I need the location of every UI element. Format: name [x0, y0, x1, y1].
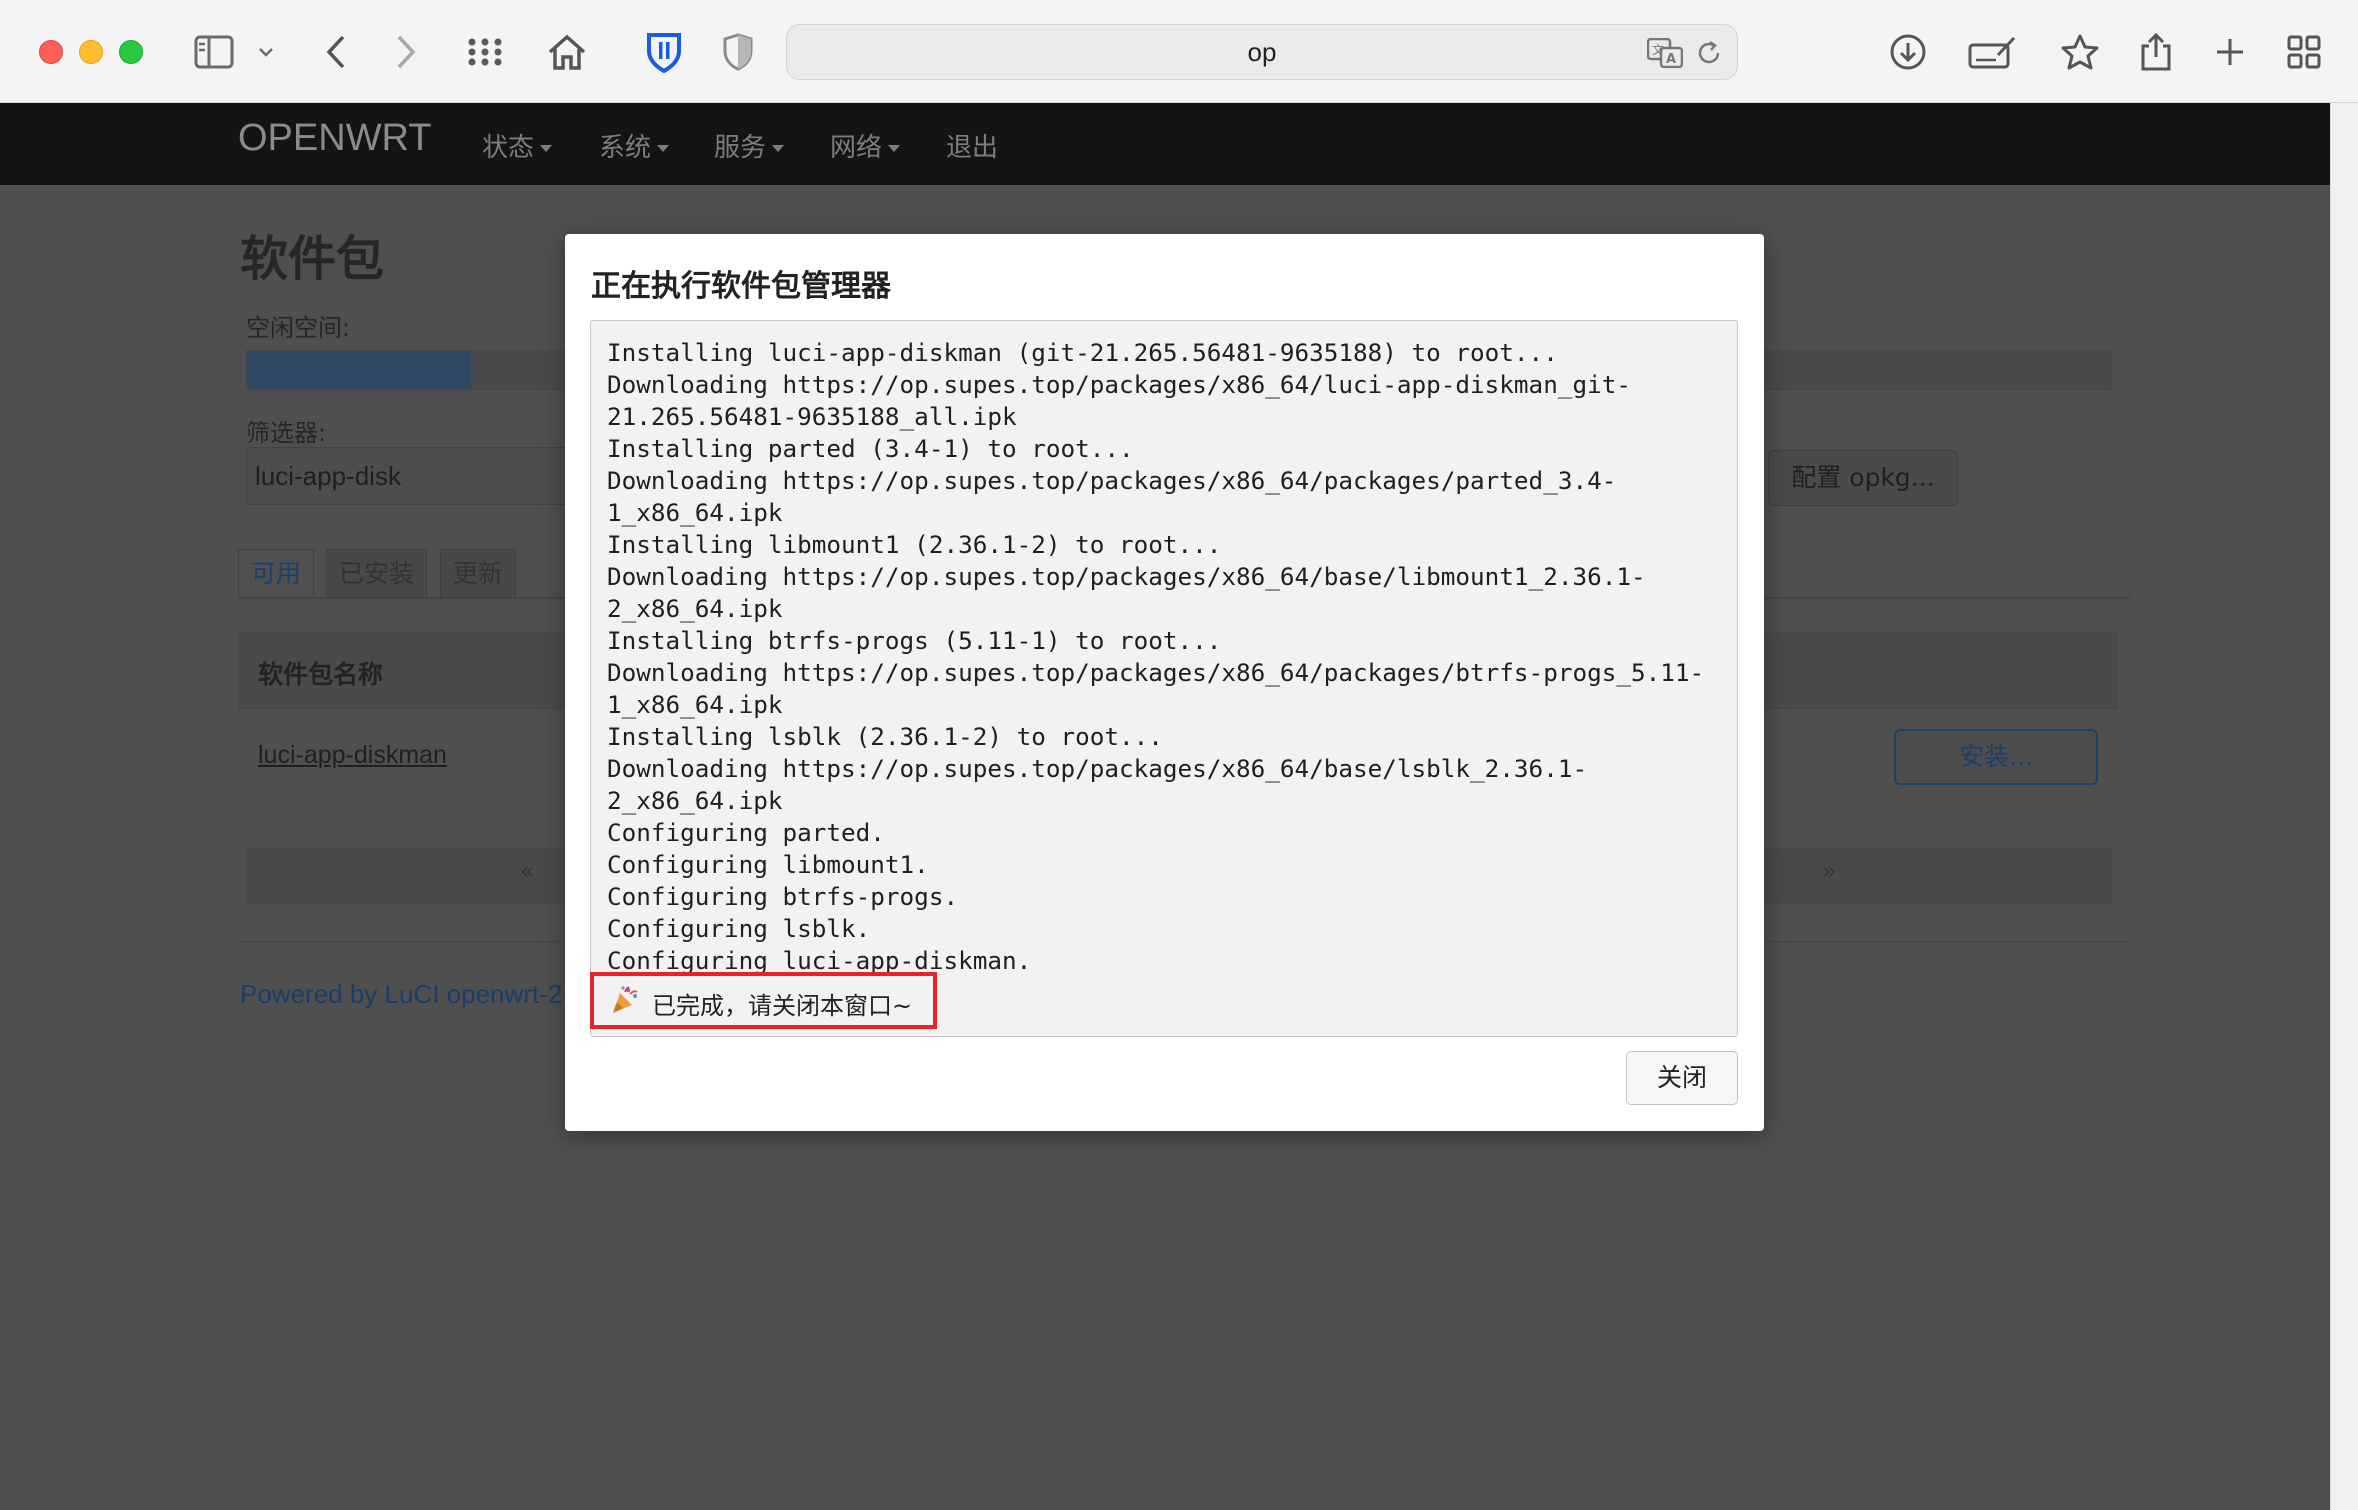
privacy-shield-icon[interactable]	[712, 26, 764, 78]
log-line: 1_x86_64.ipk	[607, 690, 783, 719]
log-line: Installing luci-app-diskman (git-21.265.…	[607, 338, 1558, 367]
star-icon[interactable]	[2054, 26, 2106, 78]
log-line: Configuring btrfs-progs.	[607, 882, 959, 911]
log-line: Downloading https://op.supes.top/package…	[607, 562, 1646, 591]
log-line: 2_x86_64.ipk	[607, 594, 783, 623]
home-icon[interactable]	[541, 26, 593, 78]
party-popper-icon	[610, 985, 640, 1015]
sidebar-icon[interactable]	[188, 26, 240, 78]
grid-icon[interactable]	[459, 26, 511, 78]
zoom-window-button[interactable]	[119, 40, 143, 64]
forward-icon[interactable]	[380, 26, 432, 78]
install-button[interactable]: 安装...	[1894, 729, 2098, 785]
log-line: Configuring libmount1.	[607, 850, 929, 879]
log-line: Downloading https://op.supes.top/package…	[607, 370, 1631, 399]
reload-icon[interactable]	[1691, 35, 1727, 71]
nav-services[interactable]: 服务	[714, 127, 785, 164]
tab-available[interactable]: 可用	[238, 549, 315, 597]
bitwarden-shield-icon[interactable]	[638, 26, 690, 78]
translate-icon[interactable]: 文A	[1647, 35, 1683, 71]
log-output-box[interactable]: Installing luci-app-diskman (git-21.265.…	[590, 320, 1738, 1037]
caret-down-icon	[888, 145, 901, 152]
log-line: Installing lsblk (2.36.1-2) to root...	[607, 722, 1163, 751]
download-icon[interactable]	[1882, 26, 1934, 78]
column-header-package-name: 软件包名称	[258, 660, 384, 689]
log-line: Downloading https://op.supes.top/package…	[607, 658, 1705, 687]
minimize-window-button[interactable]	[79, 40, 103, 64]
filter-input[interactable]: luci-app-disk	[246, 447, 576, 505]
free-space-label: 空闲空间:	[246, 314, 351, 342]
brand-logo[interactable]: OPENWRT	[238, 117, 432, 160]
completion-message-highlight: 已完成，请关闭本窗口~	[590, 972, 937, 1029]
filter-label: 筛选器:	[246, 419, 327, 447]
package-manager-modal: 正在执行软件包管理器 Installing luci-app-diskman (…	[565, 234, 1764, 1131]
address-bar[interactable]: op 文A	[786, 24, 1738, 80]
caret-down-icon	[657, 145, 670, 152]
caret-down-icon	[772, 145, 785, 152]
close-button[interactable]: 关闭	[1626, 1051, 1738, 1105]
signature-icon[interactable]	[1966, 26, 2018, 78]
log-line: 1_x86_64.ipk	[607, 498, 783, 527]
tabs-overview-icon[interactable]	[2278, 26, 2330, 78]
page-title: 软件包	[240, 231, 385, 287]
log-output: Installing luci-app-diskman (git-21.265.…	[607, 337, 1704, 977]
pager-next-button[interactable]: »	[1822, 857, 1837, 885]
log-line: Installing parted (3.4-1) to root...	[607, 434, 1134, 463]
svg-text:A: A	[1666, 52, 1676, 67]
log-line: Downloading https://op.supes.top/package…	[607, 466, 1617, 495]
log-line: Installing btrfs-progs (5.11-1) to root.…	[607, 626, 1222, 655]
caret-down-icon	[540, 145, 553, 152]
log-line: Configuring lsblk.	[607, 914, 871, 943]
log-line: Downloading https://op.supes.top/package…	[607, 754, 1588, 783]
nav-network[interactable]: 网络	[830, 127, 901, 164]
chevron-down-icon[interactable]	[250, 26, 282, 78]
completion-message: 已完成，请关闭本窗口~	[652, 992, 913, 1020]
log-line: Configuring parted.	[607, 818, 885, 847]
plus-icon[interactable]	[2204, 26, 2256, 78]
page-scrollbar[interactable]	[2330, 103, 2358, 1510]
tab-installed[interactable]: 已安装	[326, 549, 428, 597]
url-text[interactable]: op	[787, 25, 1737, 79]
log-line: 2_x86_64.ipk	[607, 786, 783, 815]
browser-toolbar: op 文A	[0, 0, 2358, 103]
close-window-button[interactable]	[39, 40, 63, 64]
configure-opkg-button[interactable]: 配置 opkg...	[1768, 450, 1958, 506]
tab-updates[interactable]: 更新	[440, 549, 517, 597]
footer-powered-by[interactable]: Powered by LuCI openwrt-2	[240, 979, 562, 1010]
free-space-fill	[247, 351, 471, 389]
pager-prev-button[interactable]: «	[520, 857, 535, 885]
modal-title: 正在执行软件包管理器	[591, 269, 891, 304]
share-icon[interactable]	[2130, 26, 2182, 78]
log-line: 21.265.56481-9635188_all.ipk	[607, 402, 1017, 431]
back-icon[interactable]	[310, 26, 362, 78]
nav-logout[interactable]: 退出	[946, 127, 998, 164]
log-line: Installing libmount1 (2.36.1-2) to root.…	[607, 530, 1222, 559]
top-navbar: OPENWRT 状态 系统 服务 网络 退出	[0, 103, 2330, 185]
nav-status[interactable]: 状态	[482, 127, 553, 164]
package-name-link[interactable]: luci-app-diskman	[258, 741, 447, 770]
nav-system[interactable]: 系统	[599, 127, 670, 164]
